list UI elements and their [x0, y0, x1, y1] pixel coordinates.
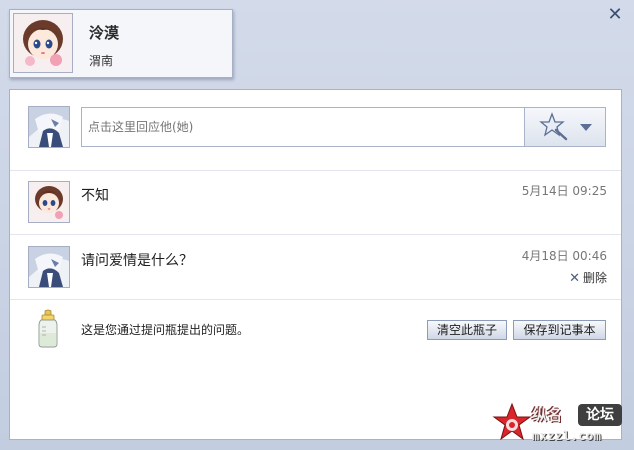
profile-card: 泠漠 渭南	[9, 9, 233, 78]
boy-avatar-icon	[28, 106, 70, 148]
close-icon[interactable]: ✕	[606, 6, 624, 24]
message-text: 不知	[81, 188, 109, 204]
bottle-row: 这是您通过提问瓶提出的问题。 清空此瓶子 保存到记事本	[10, 299, 621, 359]
conversation-panel: 不知 5月14日 09:25 请问爱情是什么？ 4月18日 00:46 ✕删除	[9, 89, 622, 440]
emoji-picker-button[interactable]	[524, 107, 606, 147]
clear-bottle-button[interactable]: 清空此瓶子	[427, 320, 507, 340]
message-timestamp: 4月18日 00:46	[521, 249, 607, 263]
message-row: 请问爱情是什么？ 4月18日 00:46 ✕ 删除	[10, 235, 621, 300]
delete-label: 删除	[582, 271, 607, 285]
girl-avatar-icon	[28, 181, 70, 223]
reply-input[interactable]	[81, 107, 525, 147]
forum-watermark: 纵名 论坛 mxzzl.com	[492, 402, 630, 448]
baby-bottle-icon	[36, 309, 60, 352]
watermark-forum: 论坛	[578, 404, 622, 426]
message-text: 请问爱情是什么？	[81, 253, 193, 269]
watermark-title: 纵名	[532, 406, 563, 424]
chevron-down-icon	[580, 124, 592, 131]
girl-avatar-icon	[13, 13, 73, 73]
save-to-notes-button[interactable]: 保存到记事本	[513, 320, 606, 340]
watermark-url: mxzzl.com	[532, 429, 602, 443]
dialog-window: ✕ 泠漠 渭南 点击这里回应他(她) 不知 5月14日 09:25 请问爱情是什…	[0, 0, 634, 450]
delete-icon: ✕	[569, 271, 580, 286]
profile-location: 渭南	[89, 54, 114, 68]
reply-row	[10, 90, 621, 171]
message-row: 不知 5月14日 09:25	[10, 170, 621, 235]
magic-wand-icon	[539, 112, 568, 141]
profile-name: 泠漠	[89, 24, 120, 42]
bottle-info-text: 这是您通过提问瓶提出的问题。	[81, 323, 250, 337]
boy-avatar-icon	[28, 246, 70, 288]
star-logo-icon	[492, 402, 532, 441]
delete-button[interactable]: ✕ 删除	[569, 269, 607, 286]
message-timestamp: 5月14日 09:25	[521, 184, 607, 198]
